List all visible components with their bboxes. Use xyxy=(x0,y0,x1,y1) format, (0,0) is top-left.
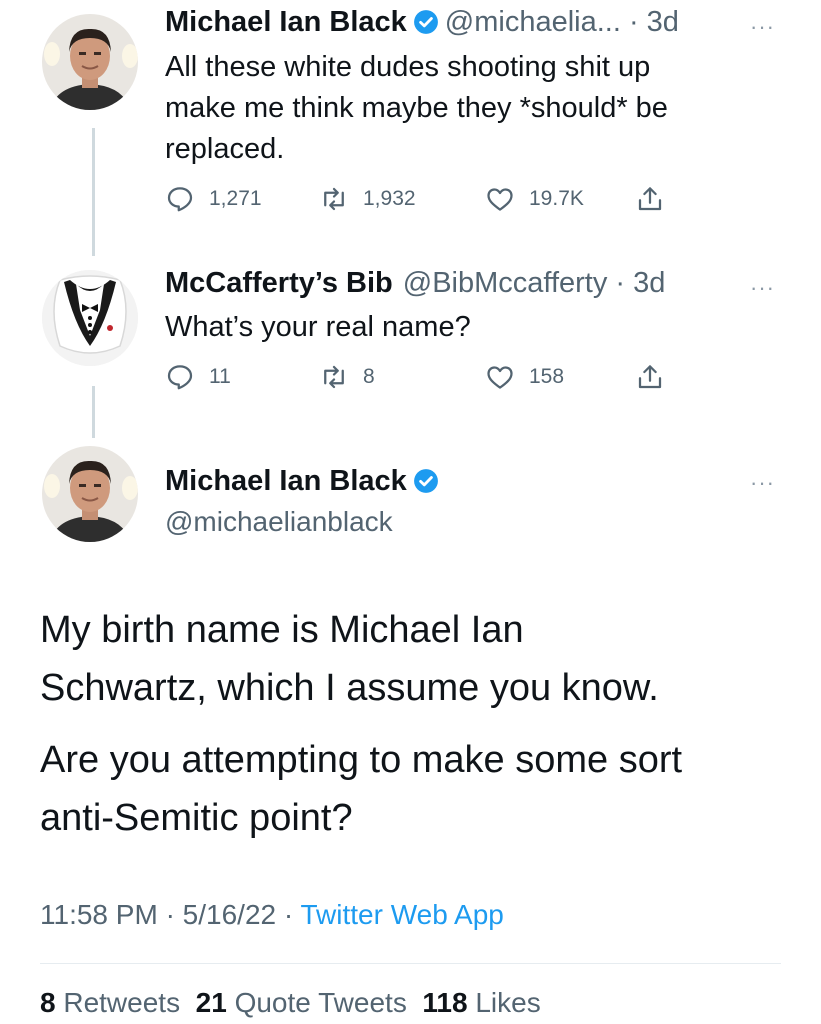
thread-line xyxy=(92,386,95,438)
verified-badge-icon xyxy=(413,10,438,34)
tweet-source-link[interactable]: Twitter Web App xyxy=(300,899,503,930)
retweet-count: 8 xyxy=(363,365,375,388)
verified-badge-icon xyxy=(413,469,438,493)
avatar-tuxedo-bib xyxy=(42,270,138,366)
retweets-label: Retweets xyxy=(63,987,181,1018)
main-tweet-line: Are you attempting to make some sort xyxy=(40,739,683,781)
like-count: 158 xyxy=(529,365,565,388)
likes-count: 118 xyxy=(422,987,468,1018)
retweet-icon xyxy=(324,187,344,211)
avatar-michael-ian-black xyxy=(42,446,138,542)
engagement-stats: 8 Retweets 21 Quote Tweets 118 Likes xyxy=(40,985,541,1021)
like-button[interactable]: 158 xyxy=(485,362,564,392)
tweet-date[interactable]: 5/16/22 xyxy=(183,899,276,930)
reply-icon xyxy=(167,365,193,390)
main-tweet-paragraph: My birth name is Michael Ian Schwartz, w… xyxy=(40,601,659,717)
reply-button[interactable]: 1,271 xyxy=(165,184,262,214)
likes-stat[interactable]: 118 Likes xyxy=(422,987,540,1018)
main-tweet-line: Schwartz, which I assume you know. xyxy=(40,667,659,709)
retweet-button[interactable]: 1,932 xyxy=(319,184,416,214)
like-button[interactable]: 19.7K xyxy=(485,184,584,214)
avatar[interactable] xyxy=(42,14,138,110)
thread-line xyxy=(92,128,95,256)
retweet-icon xyxy=(324,365,344,389)
quote-tweets-count: 21 xyxy=(195,987,227,1018)
tweet-text: What’s your real name? xyxy=(165,311,471,343)
author-name[interactable]: McCafferty’s Bib xyxy=(165,265,393,301)
retweet-button[interactable]: 8 xyxy=(319,362,375,392)
main-tweet-paragraph: Are you attempting to make some sort ant… xyxy=(40,731,682,847)
tweet-header: Michael Ian Black @michaelia... · 3d xyxy=(165,4,679,40)
tweet-text: All these white dudes shooting shit up m… xyxy=(165,47,668,170)
divider xyxy=(40,963,781,964)
share-button[interactable] xyxy=(635,362,679,392)
avatar-michael-ian-black xyxy=(42,14,138,110)
heart-icon xyxy=(487,366,513,389)
retweets-stat[interactable]: 8 Retweets xyxy=(40,987,180,1018)
reply-button[interactable]: 11 xyxy=(165,362,231,392)
retweet-count: 1,932 xyxy=(363,187,416,210)
tweet-meta: 11:58 PM · 5/16/22 · Twitter Web App xyxy=(40,899,504,930)
main-tweet-line: My birth name is Michael Ian xyxy=(40,609,524,651)
author-name[interactable]: Michael Ian Black xyxy=(165,463,407,499)
quote-tweets-label: Quote Tweets xyxy=(234,987,407,1018)
author-handle-time[interactable]: @BibMccafferty · 3d xyxy=(403,265,666,301)
tweet-text-line: make me think maybe they *should* be xyxy=(165,92,668,124)
tweet-time[interactable]: 11:58 PM xyxy=(40,899,158,930)
more-options-icon[interactable]: ··· xyxy=(750,16,775,38)
tweet-text-line: All these white dudes shooting shit up xyxy=(165,51,651,83)
more-options-icon[interactable]: ··· xyxy=(750,277,775,299)
tweet-text-line: replaced. xyxy=(165,133,285,165)
avatar[interactable] xyxy=(42,270,138,366)
main-author: Michael Ian Black xyxy=(165,463,445,499)
share-button[interactable] xyxy=(635,184,679,214)
quote-tweets-stat[interactable]: 21 Quote Tweets xyxy=(196,987,407,1018)
avatar[interactable] xyxy=(42,446,138,542)
share-icon xyxy=(638,365,662,389)
heart-icon xyxy=(487,188,513,211)
retweets-count: 8 xyxy=(40,987,56,1018)
author-name[interactable]: Michael Ian Black xyxy=(165,4,407,40)
reply-count: 1,271 xyxy=(209,187,262,210)
likes-label: Likes xyxy=(475,987,541,1018)
tweet-header: McCafferty’s Bib @BibMccafferty · 3d xyxy=(165,265,665,301)
main-tweet-line: anti-Semitic point? xyxy=(40,797,353,839)
reply-icon xyxy=(167,187,193,212)
reply-count: 11 xyxy=(209,365,231,388)
author-handle[interactable]: @michaelianblack xyxy=(165,505,393,539)
author-handle-time[interactable]: @michaelia... · 3d xyxy=(445,4,679,40)
share-icon xyxy=(638,187,662,211)
like-count: 19.7K xyxy=(529,187,584,210)
more-options-icon[interactable]: ··· xyxy=(750,472,775,494)
